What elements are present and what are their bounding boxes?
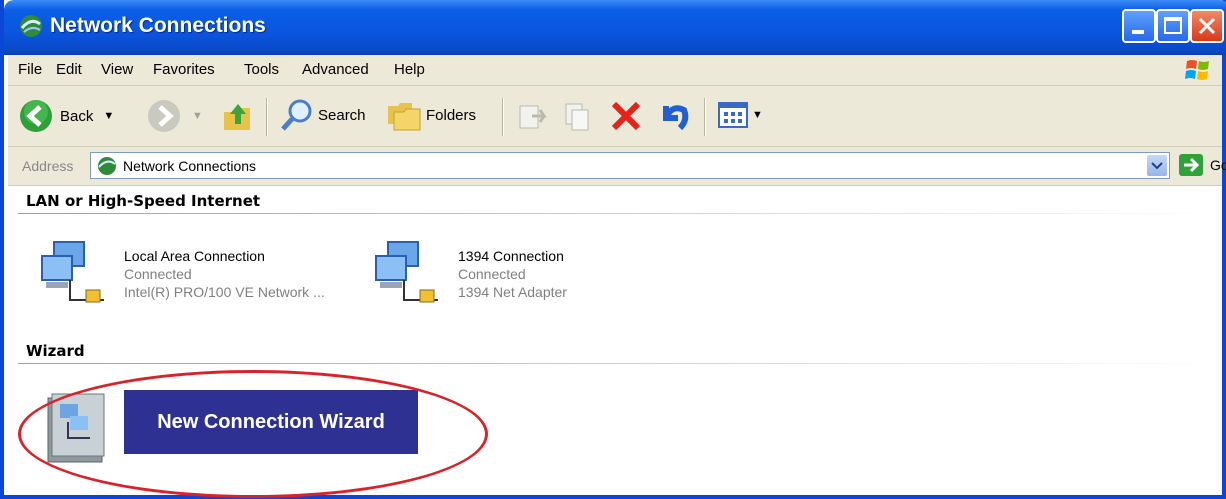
content-pane: LAN or High-Speed Internet Local Area Co…	[8, 186, 1222, 498]
minimize-icon	[1132, 30, 1144, 34]
close-button[interactable]	[1190, 9, 1224, 43]
address-bar: Address Network Connections Go	[8, 147, 1226, 186]
connection-status: Connected	[458, 266, 526, 282]
go-label: Go	[1210, 157, 1226, 173]
search-button[interactable]: Search	[280, 98, 366, 132]
menu-file[interactable]: File	[18, 61, 42, 78]
network-connection-icon	[41, 241, 104, 303]
minimize-button[interactable]	[1122, 9, 1156, 43]
back-arrow-icon	[20, 100, 52, 132]
connection-status: Connected	[124, 266, 192, 282]
close-icon	[1198, 17, 1216, 35]
network-connection-icon	[375, 241, 438, 303]
windows-logo-icon	[1185, 60, 1209, 80]
delete-icon[interactable]	[608, 98, 644, 134]
connection-1394[interactable]: 1394 Connection Connected 1394 Net Adapt…	[372, 238, 692, 308]
address-value: Network Connections	[123, 158, 257, 174]
toolbar-separator	[266, 98, 267, 136]
title-bar[interactable]: Network Connections	[4, 0, 1226, 55]
menu-favorites[interactable]: Favorites	[153, 61, 215, 78]
up-folder-icon[interactable]	[220, 98, 256, 134]
menu-tools[interactable]: Tools	[244, 61, 279, 78]
group-divider	[18, 213, 1218, 214]
back-label: Back	[60, 107, 94, 125]
network-connections-icon	[20, 15, 42, 37]
connection-device: Intel(R) PRO/100 VE Network ...	[124, 284, 325, 300]
folders-icon	[388, 103, 421, 131]
window-title: Network Connections	[50, 14, 266, 37]
copy-to-icon[interactable]	[560, 100, 592, 132]
connection-local-area[interactable]: Local Area Connection Connected Intel(R)…	[38, 238, 358, 308]
address-input[interactable]: Network Connections	[90, 152, 1170, 179]
address-dropdown-button[interactable]	[1147, 155, 1167, 176]
address-label: Address	[22, 158, 74, 174]
toolbar-separator	[704, 98, 705, 136]
highlight-ellipse	[18, 370, 488, 498]
menu-help[interactable]: Help	[394, 61, 425, 78]
search-icon	[281, 99, 312, 131]
menu-edit[interactable]: Edit	[56, 61, 82, 78]
move-to-icon[interactable]	[516, 100, 548, 132]
forward-dropdown-icon[interactable]: ▼	[192, 110, 203, 122]
group-divider	[18, 363, 1218, 364]
back-dropdown-icon[interactable]: ▼	[103, 110, 114, 122]
toolbar: Back ▼ ▼ Search Folders ▼	[8, 86, 1222, 147]
undo-icon[interactable]	[656, 98, 692, 134]
folders-button[interactable]: Folders	[386, 98, 476, 132]
go-button[interactable]: Go	[1178, 153, 1226, 177]
menu-bar: File Edit View Favorites Tools Advanced …	[8, 55, 1222, 86]
go-arrow-icon	[1179, 154, 1203, 176]
connection-name: 1394 Connection	[458, 248, 564, 264]
toolbar-separator	[502, 98, 503, 136]
menu-advanced[interactable]: Advanced	[302, 61, 369, 78]
network-connections-icon	[98, 157, 116, 175]
forward-arrow-icon	[148, 100, 180, 132]
views-icon	[718, 102, 748, 128]
search-label: Search	[318, 106, 366, 124]
maximize-icon	[1164, 17, 1182, 34]
connection-device: 1394 Net Adapter	[458, 284, 567, 300]
chevron-down-icon	[1151, 162, 1163, 170]
menu-view[interactable]: View	[101, 61, 133, 78]
maximize-button[interactable]	[1156, 9, 1190, 43]
network-connections-window: Network Connections File Edit View Favor…	[0, 0, 1226, 499]
views-button[interactable]: ▼	[716, 98, 763, 132]
group-heading-wizard: Wizard	[26, 342, 85, 360]
views-dropdown-icon[interactable]: ▼	[752, 109, 763, 121]
forward-button[interactable]: ▼	[146, 98, 203, 134]
back-button[interactable]: Back ▼	[18, 98, 114, 134]
connection-name: Local Area Connection	[124, 248, 265, 264]
folders-label: Folders	[426, 106, 477, 124]
group-heading-lan: LAN or High-Speed Internet	[26, 192, 261, 210]
